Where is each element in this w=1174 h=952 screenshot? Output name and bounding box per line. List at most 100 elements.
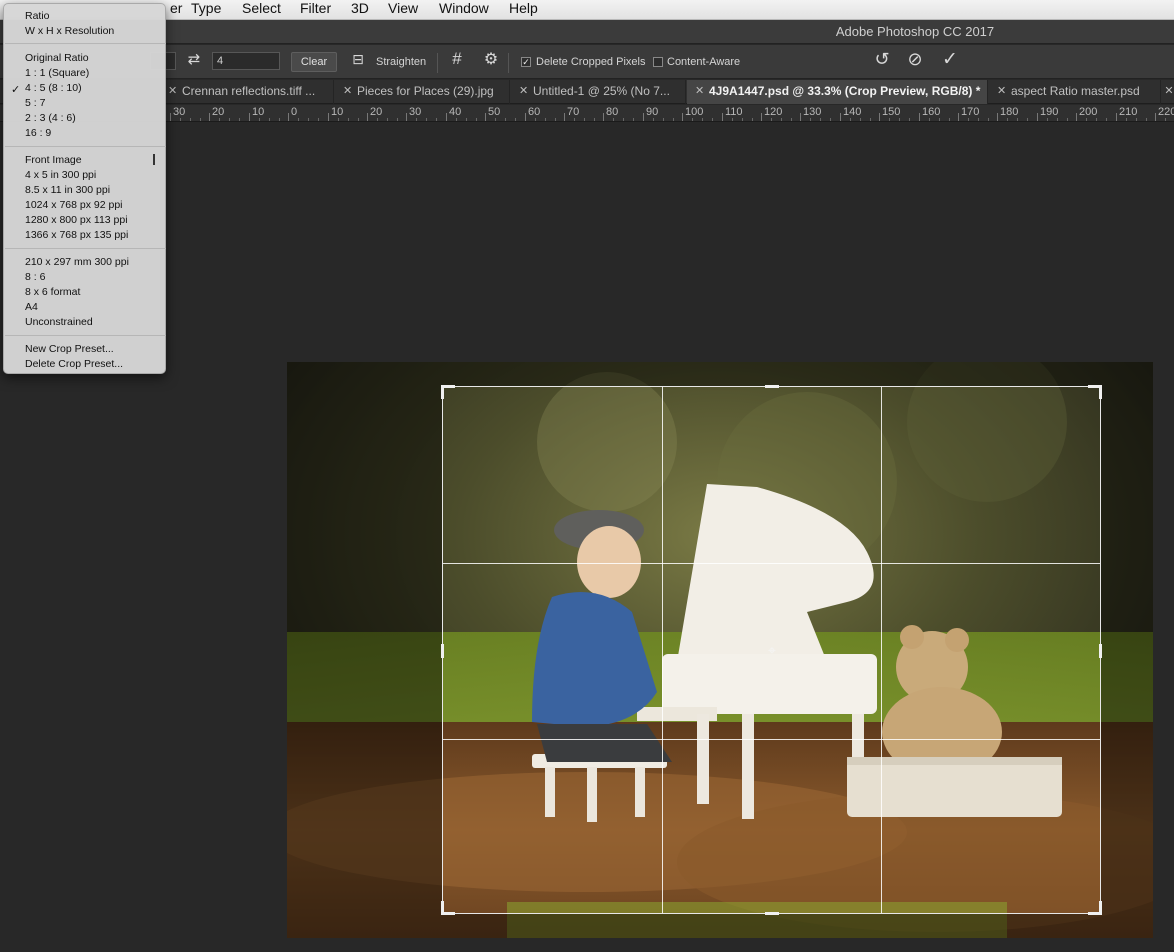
crop-handle-top[interactable] [765,385,779,388]
crop-shield-bottom [442,914,1101,938]
menu-item-5-7[interactable]: 5 : 7 [25,96,45,110]
tab-aspect-ratio-master[interactable]: ✕ aspect Ratio master.psd [989,80,1161,104]
ruler-minor-tick [633,118,634,121]
menu-layer[interactable]: er [168,0,184,20]
ruler-minor-tick [377,118,378,121]
tab-4j9a1447[interactable]: ✕ 4J9A1447.psd @ 33.3% (Crop Preview, RG… [687,80,988,104]
cancel-icon[interactable]: ⊘ [903,49,927,70]
menu-item-1366x768[interactable]: 1366 x 768 px 135 ppi [25,228,128,242]
ruler-minor-tick [692,118,693,121]
reset-icon[interactable]: ↺ [870,49,894,70]
horizontal-ruler[interactable]: 30 20 10 0 10 20 30 40 50 60 70 80 90 100 110 120 130 140… [0,105,1174,122]
menu-item-16-9[interactable]: 16 : 9 [25,126,51,140]
ruler-minor-tick [1067,118,1068,121]
menu-view[interactable]: View [386,0,420,20]
ruler-label: 170 [961,106,980,118]
delete-cropped-label[interactable]: Delete Cropped Pixels [536,55,645,69]
ruler-minor-tick [968,118,969,121]
ruler-minor-tick [456,118,457,121]
content-aware-label[interactable]: Content-Aware [667,55,740,69]
ruler-minor-tick [574,118,575,121]
gear-icon[interactable]: ⚙ [480,49,502,69]
menu-item-8-5x11-in[interactable]: 8.5 x 11 in 300 ppi [25,183,110,197]
ruler-label: 30 [173,106,186,118]
ruler-minor-tick [1027,118,1028,121]
crop-handle-bottom-left[interactable] [441,901,444,915]
ruler-minor-tick [594,118,595,121]
menu-item-8x6-format[interactable]: 8 x 6 format [25,285,80,299]
ruler-minor-tick [1136,118,1137,121]
crop-handle-bottom-right[interactable] [1099,901,1102,915]
menu-filter[interactable]: Filter [298,0,333,20]
divider [508,53,509,73]
menu-type[interactable]: Type [189,0,223,20]
delete-cropped-checkbox[interactable]: ✓ [521,57,531,67]
ruler-minor-tick [279,118,280,121]
crop-handle-bottom[interactable] [765,912,779,915]
ruler-minor-tick [889,118,890,121]
ruler-minor-tick [318,118,319,121]
crop-handle-top-right[interactable] [1099,385,1102,399]
close-icon[interactable]: ✕ [997,80,1006,103]
crop-handle-top-left[interactable] [441,385,444,399]
close-icon[interactable]: ✕ [168,80,177,103]
menu-item-1280x800[interactable]: 1280 x 800 px 113 ppi [25,213,128,227]
menu-item-4-5[interactable]: 4 : 5 (8 : 10) [25,81,82,95]
menu-item-210x297mm[interactable]: 210 x 297 mm 300 ppi [25,255,129,269]
tab-untitled-1[interactable]: ✕ Untitled-1 @ 25% (No 7... [511,80,686,104]
ruler-label: 60 [528,106,541,118]
ruler-label: 90 [646,106,659,118]
ruler-tick [1155,113,1156,121]
straighten-icon[interactable]: ⊟ [347,51,369,68]
menu-item-8-6[interactable]: 8 : 6 [25,270,45,284]
ruler-label: 220 [1158,106,1174,118]
ruler-minor-tick [850,118,851,121]
grid-overlay-icon[interactable]: # [446,49,468,69]
ruler-tick [1076,113,1077,121]
tab-label: Pieces for Places (29).jpg [357,84,494,98]
menu-help[interactable]: Help [507,0,540,20]
crop-center-crosshair-icon[interactable]: ⌖ [764,643,780,657]
crop-handle-right[interactable] [1099,644,1102,658]
menu-3d[interactable]: 3D [349,0,371,20]
crop-handle-left[interactable] [441,644,444,658]
menu-select[interactable]: Select [240,0,283,20]
close-icon[interactable]: ✕ [519,80,528,103]
menu-item-a4[interactable]: A4 [25,300,38,314]
menu-item-unconstrained[interactable]: Unconstrained [25,315,93,329]
ratio-height-field[interactable]: 4 [212,52,280,70]
clear-button[interactable]: Clear [291,52,337,72]
tab-pieces-for-places[interactable]: ✕ Pieces for Places (29).jpg [335,80,510,104]
menu-item-1-1-square[interactable]: 1 : 1 (Square) [25,66,89,80]
swap-icon[interactable]: ⇄ [184,50,204,68]
menu-item-front-image[interactable]: Front Image [25,153,82,167]
menu-item-new-crop-preset[interactable]: New Crop Preset... [25,342,114,356]
close-icon[interactable]: ✕ [695,80,704,103]
close-icon[interactable]: ✕ [1164,84,1174,97]
straighten-label[interactable]: Straighten [376,55,426,69]
ruler-minor-tick [555,118,556,121]
divider [437,53,438,73]
menu-item-delete-crop-preset[interactable]: Delete Crop Preset... [25,357,123,371]
ruler-tick [603,113,604,121]
content-aware-checkbox[interactable] [653,57,663,67]
crop-box[interactable]: ⌖ [441,385,1102,915]
ruler-minor-tick [426,118,427,121]
ruler-minor-tick [623,118,624,121]
crop-preset-menu: Ratio W x H x Resolution Original Ratio … [3,3,166,374]
commit-check-icon[interactable]: ✓ [938,48,962,71]
menu-item-original-ratio[interactable]: Original Ratio [25,51,89,65]
ruler-minor-tick [978,118,979,121]
menu-item-ratio[interactable]: Ratio [25,9,50,23]
tab-crennan-reflections[interactable]: ✕ Crennan reflections.tiff ... [160,80,334,104]
menu-item-wxh-resolution[interactable]: W x H x Resolution [25,24,114,38]
ruler-minor-tick [229,118,230,121]
menu-window[interactable]: Window [437,0,491,20]
menu-item-4x5-in[interactable]: 4 x 5 in 300 ppi [25,168,96,182]
ruler-tick [406,113,407,121]
close-icon[interactable]: ✕ [343,80,352,103]
menu-item-1024x768[interactable]: 1024 x 768 px 92 ppi [25,198,123,212]
ruler-minor-tick [870,118,871,121]
ruler-tick [209,113,210,121]
menu-item-2-3[interactable]: 2 : 3 (4 : 6) [25,111,76,125]
